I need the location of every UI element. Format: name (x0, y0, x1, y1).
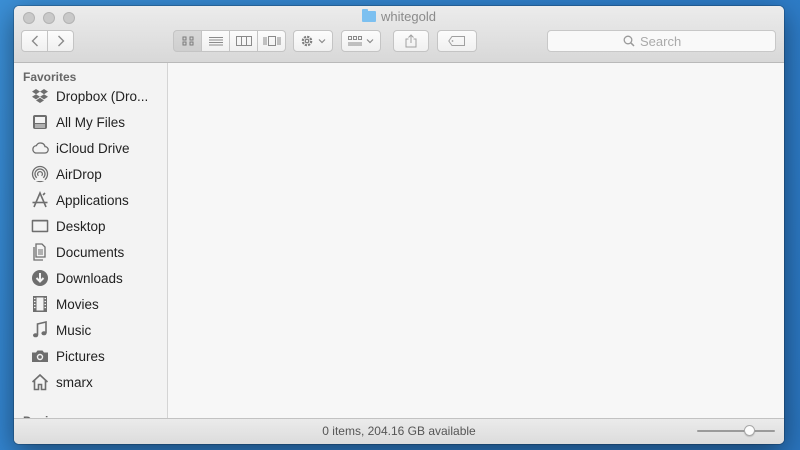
home-icon (31, 373, 49, 391)
slider-track (697, 430, 775, 432)
sidebar-item-label: iCloud Drive (56, 140, 130, 156)
sidebar-item-label: All My Files (56, 114, 126, 130)
column-view-icon (235, 36, 252, 46)
column-view-button[interactable] (230, 30, 258, 52)
share-icon (405, 34, 417, 48)
sidebar-item-downloads[interactable]: Downloads (14, 265, 167, 291)
sidebar-item-label: Pictures (56, 348, 105, 364)
applications-icon (31, 191, 49, 209)
view-mode-control (173, 30, 286, 52)
sidebar-item-label: Movies (56, 296, 99, 312)
slider-knob[interactable] (744, 425, 755, 436)
titlebar: whitegold (14, 6, 784, 63)
window-title: whitegold (14, 9, 784, 25)
status-text: 0 items, 204.16 GB available (322, 424, 476, 438)
folder-icon (362, 9, 377, 22)
edit-tags-button[interactable] (437, 30, 477, 52)
sidebar: Favorites Dropbox (Dro... All My Files i… (14, 63, 168, 418)
forward-button[interactable] (48, 30, 74, 52)
search-field[interactable] (547, 30, 776, 52)
coverflow-view-icon (263, 36, 280, 46)
sidebar-item-label: AirDrop (56, 166, 102, 182)
chevron-left-icon (31, 35, 38, 47)
back-button[interactable] (21, 30, 48, 52)
icon-size-slider[interactable] (697, 424, 775, 438)
sidebar-item-airdrop[interactable]: AirDrop (14, 161, 167, 187)
sidebar-item-home[interactable]: smarx (14, 369, 167, 395)
cloud-icon (31, 139, 49, 157)
sidebar-item-documents[interactable]: Documents (14, 239, 167, 265)
dropbox-icon (31, 87, 49, 105)
gear-icon (301, 35, 313, 47)
sidebar-item-dropbox[interactable]: Dropbox (Dro... (14, 83, 167, 109)
sidebar-item-icloud-drive[interactable]: iCloud Drive (14, 135, 167, 161)
sidebar-item-desktop[interactable]: Desktop (14, 213, 167, 239)
sidebar-item-music[interactable]: Music (14, 317, 167, 343)
sidebar-item-label: smarx (56, 374, 93, 390)
coverflow-view-button[interactable] (258, 30, 286, 52)
airdrop-icon (31, 165, 49, 183)
icon-view-icon (182, 36, 193, 46)
action-menu-button[interactable] (293, 30, 333, 52)
sidebar-item-label: Dropbox (Dro... (56, 88, 149, 104)
documents-icon (31, 243, 49, 261)
sidebar-item-applications[interactable]: Applications (14, 187, 167, 213)
icon-view-button[interactable] (173, 30, 202, 52)
all-files-icon (31, 113, 49, 131)
music-icon (31, 321, 49, 339)
navigation-buttons (21, 30, 74, 52)
sidebar-item-all-my-files[interactable]: All My Files (14, 109, 167, 135)
status-bar: 0 items, 204.16 GB available (14, 418, 784, 444)
sidebar-item-label: Music (56, 322, 92, 338)
sidebar-section-devices: Devices (14, 407, 68, 418)
sidebar-item-label: Desktop (56, 218, 106, 234)
arrange-menu-button[interactable] (341, 30, 381, 52)
finder-window: whitegold Search Favorites Dropbox (Dro.… (14, 6, 784, 444)
chevron-right-icon (57, 35, 64, 47)
window-title-text: whitegold (381, 9, 436, 24)
list-view-button[interactable] (202, 30, 230, 52)
sidebar-section-favorites: Favorites (23, 70, 77, 84)
search-input[interactable] (640, 33, 700, 49)
arrange-icon (348, 36, 362, 46)
desktop-icon (31, 217, 49, 235)
camera-icon (31, 347, 49, 365)
sidebar-item-label: Applications (56, 192, 129, 208)
sidebar-item-label: Documents (56, 244, 125, 260)
sidebar-item-movies[interactable]: Movies (14, 291, 167, 317)
sidebar-item-pictures[interactable]: Pictures (14, 343, 167, 369)
file-browser-area[interactable] (168, 63, 784, 418)
search-icon (623, 35, 635, 47)
list-view-icon (208, 37, 223, 46)
downloads-icon (31, 269, 49, 287)
sidebar-item-label: Downloads (56, 270, 123, 286)
chevron-down-icon (318, 39, 326, 44)
share-button[interactable] (393, 30, 429, 52)
chevron-down-icon (366, 39, 374, 44)
movies-icon (31, 295, 49, 313)
tag-icon (448, 36, 465, 46)
